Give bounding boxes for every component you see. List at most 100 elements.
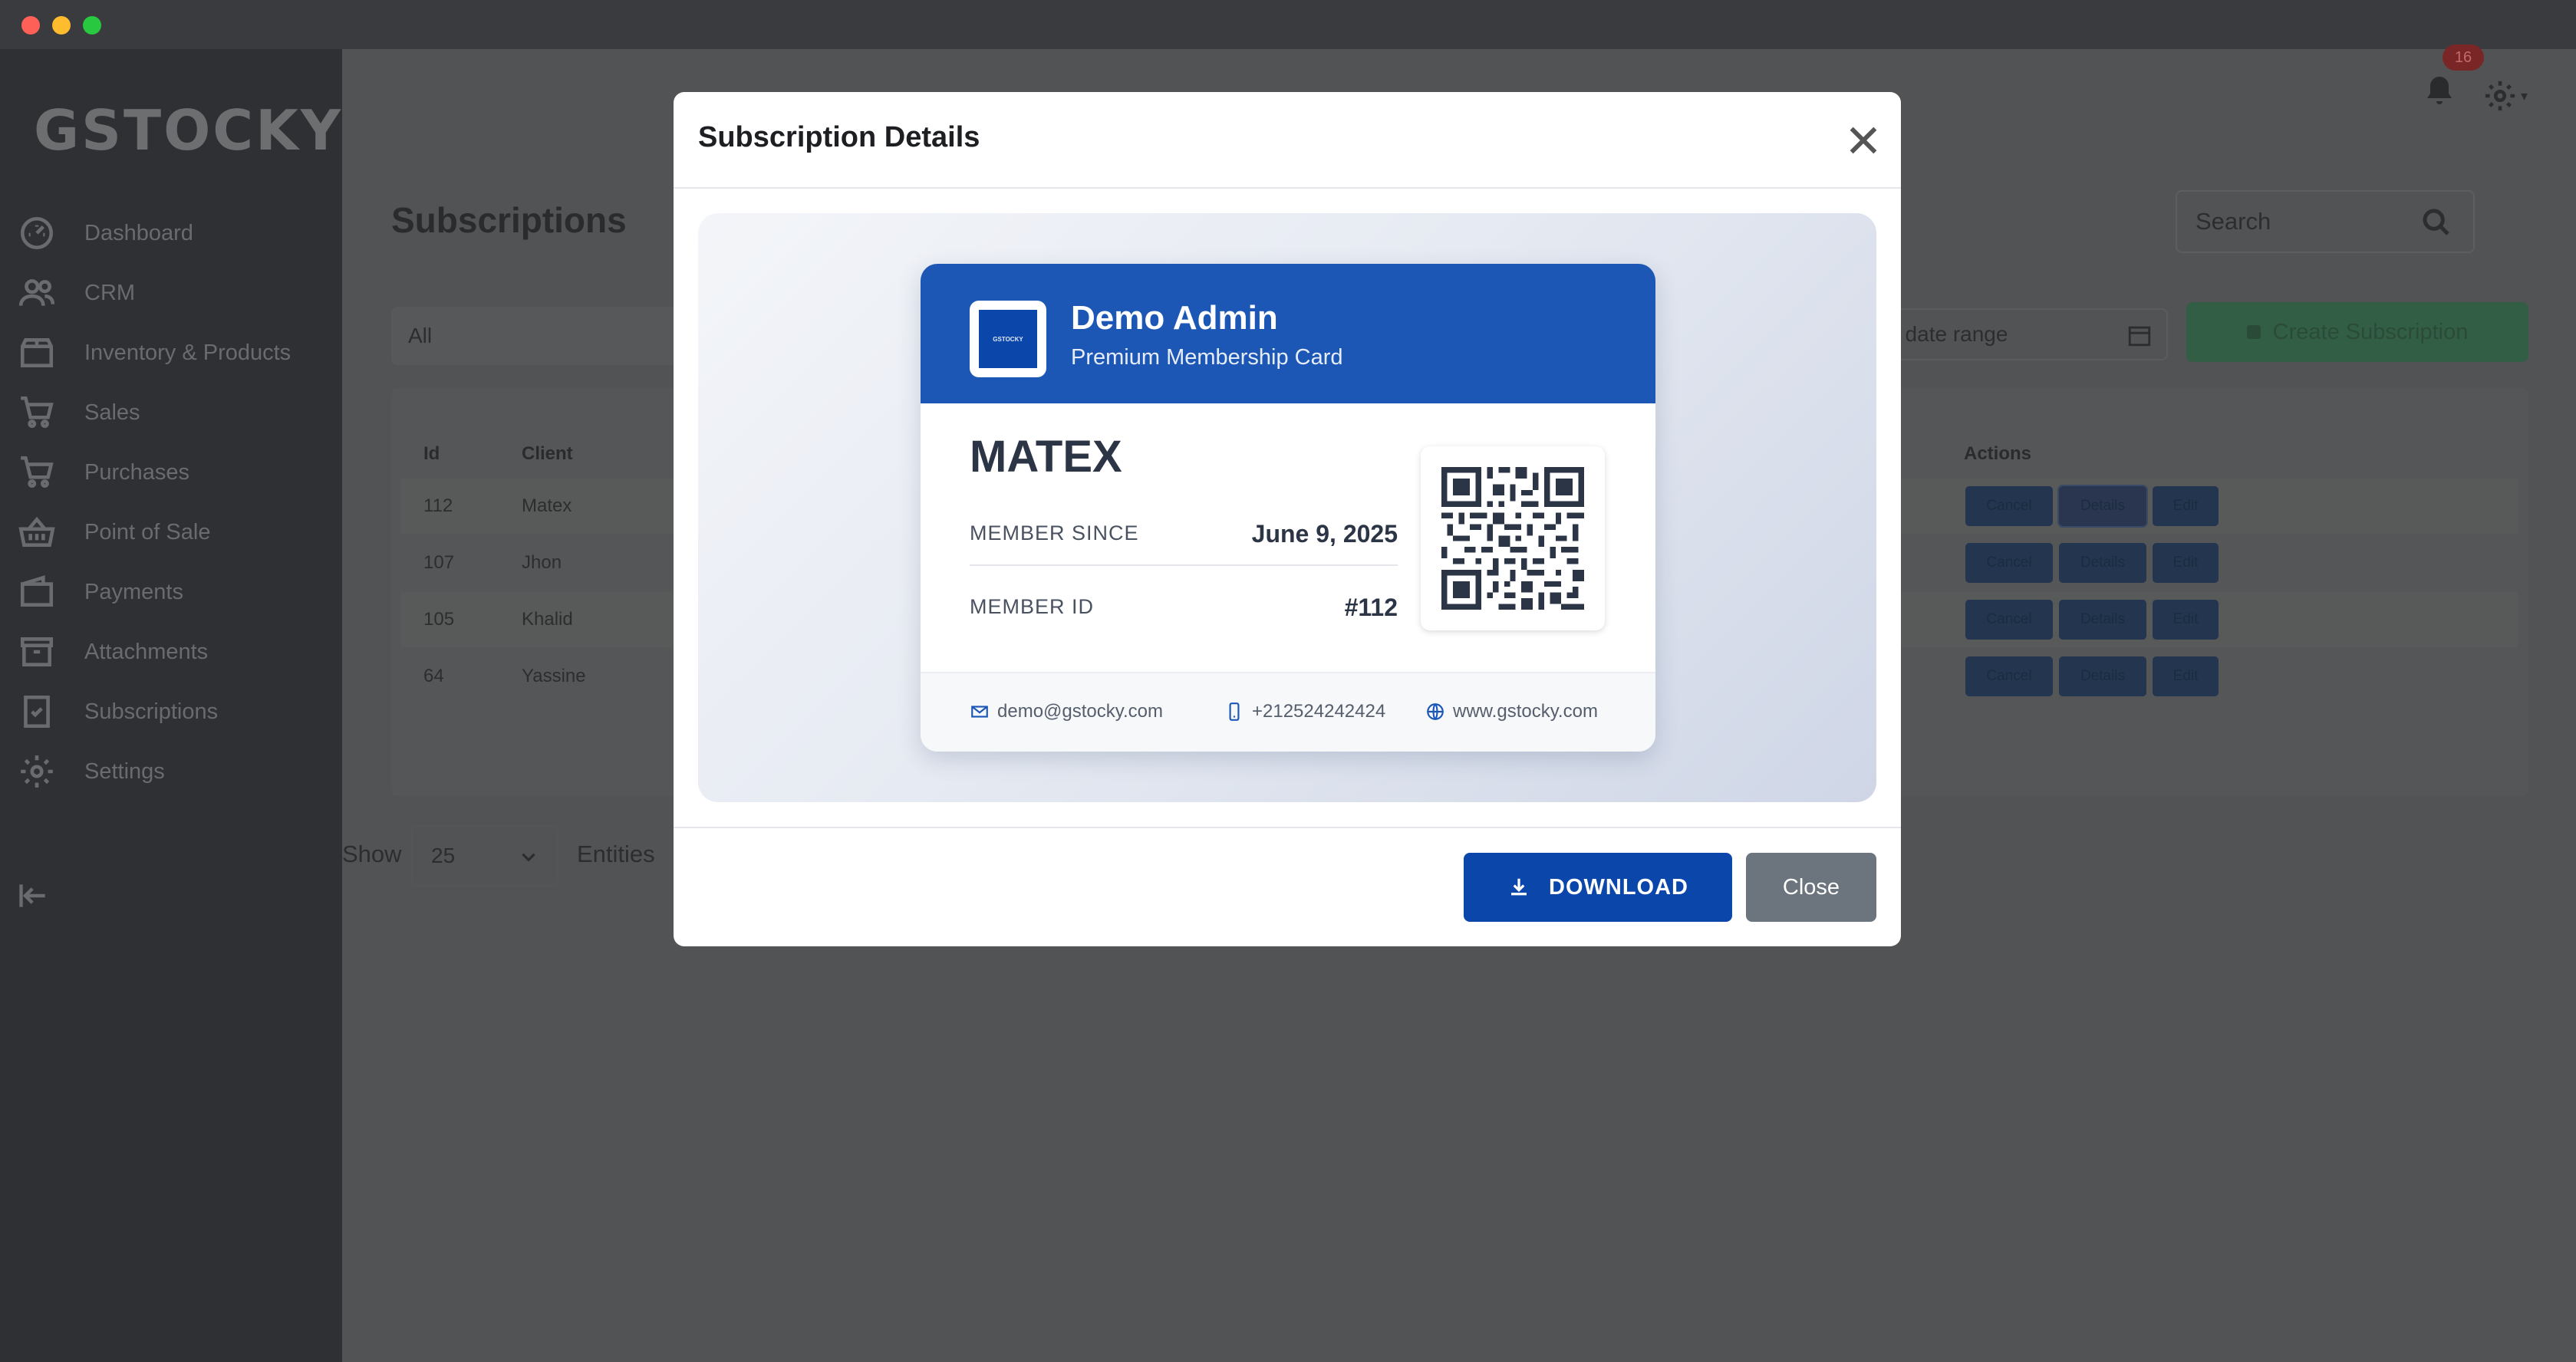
sidebar-item-inventory[interactable]: Inventory & Products bbox=[17, 330, 291, 376]
app-logo: GSTOCKY bbox=[34, 98, 344, 163]
card-email: demo@gstocky.com bbox=[970, 701, 1163, 722]
cell-client: Matex bbox=[522, 495, 572, 516]
cell-id: 107 bbox=[423, 552, 455, 573]
column-header-client: Client bbox=[522, 443, 573, 464]
notification-bell-icon[interactable] bbox=[2421, 72, 2467, 118]
checklist-icon bbox=[17, 692, 57, 732]
box-icon bbox=[17, 333, 57, 373]
cell-id: 64 bbox=[423, 666, 444, 686]
window-maximize-button[interactable] bbox=[83, 16, 101, 35]
phone-icon bbox=[1229, 702, 1240, 721]
page-title: Subscriptions bbox=[391, 200, 627, 240]
collapse-sidebar-icon[interactable] bbox=[17, 879, 51, 913]
sidebar-item-label: Point of Sale bbox=[84, 519, 211, 544]
details-button[interactable]: Details bbox=[2059, 656, 2146, 696]
cancel-button[interactable]: Cancel bbox=[1965, 486, 2053, 526]
window-close-button[interactable] bbox=[21, 16, 40, 35]
sidebar-item-purchases[interactable]: Purchases bbox=[17, 449, 189, 495]
card-website-text: www.gstocky.com bbox=[1453, 701, 1598, 722]
download-button[interactable]: DOWNLOAD bbox=[1464, 853, 1732, 922]
edit-button[interactable]: Edit bbox=[2153, 656, 2219, 696]
member-since-label: MEMBER SINCE bbox=[970, 521, 1139, 544]
sidebar-item-dashboard[interactable]: Dashboard bbox=[17, 210, 193, 256]
create-subscription-button[interactable]: Create Subscription bbox=[2186, 302, 2528, 362]
column-header-id: Id bbox=[423, 443, 440, 464]
sidebar-item-pos[interactable]: Point of Sale bbox=[17, 509, 210, 555]
sidebar-item-label: Inventory & Products bbox=[84, 340, 292, 365]
basket-icon bbox=[17, 512, 57, 552]
cart-icon bbox=[17, 393, 57, 433]
caret-down-icon: ▾ bbox=[2521, 87, 2528, 104]
entities-label: Entities bbox=[577, 841, 655, 867]
mail-icon bbox=[971, 706, 988, 718]
users-icon bbox=[17, 273, 57, 313]
cancel-button[interactable]: Cancel bbox=[1965, 543, 2053, 583]
card-logo-text: GSTOCKY bbox=[979, 310, 1037, 368]
membership-card: GSTOCKY Demo Admin Premium Membership Ca… bbox=[921, 264, 1655, 752]
date-range-placeholder: t date range bbox=[1893, 322, 2008, 346]
close-button[interactable]: Close bbox=[1746, 853, 1876, 922]
notification-badge: 16 bbox=[2443, 44, 2484, 71]
search-input[interactable] bbox=[2177, 192, 2423, 252]
details-button[interactable]: Details bbox=[2059, 600, 2146, 640]
window-minimize-button[interactable] bbox=[52, 16, 71, 35]
card-email-text: demo@gstocky.com bbox=[997, 701, 1163, 722]
edit-button[interactable]: Edit bbox=[2153, 600, 2219, 640]
status-filter[interactable]: All bbox=[391, 307, 698, 365]
modal-body: GSTOCKY Demo Admin Premium Membership Ca… bbox=[698, 213, 1876, 802]
edit-button[interactable]: Edit bbox=[2153, 543, 2219, 583]
sidebar-item-subscriptions[interactable]: Subscriptions bbox=[17, 689, 218, 735]
modal-title: Subscription Details bbox=[698, 121, 980, 153]
cancel-button[interactable]: Cancel bbox=[1965, 656, 2053, 696]
sidebar: GSTOCKY Dashboard CRM Inventory & Produc… bbox=[0, 49, 342, 1362]
member-id-label: MEMBER ID bbox=[970, 595, 1095, 618]
card-website: www.gstocky.com bbox=[1425, 701, 1598, 722]
calendar-icon bbox=[2126, 322, 2153, 348]
cancel-button[interactable]: Cancel bbox=[1965, 600, 2053, 640]
sidebar-item-label: Payments bbox=[84, 579, 183, 604]
download-icon bbox=[1511, 878, 1527, 896]
dashboard-icon bbox=[17, 213, 57, 253]
details-button[interactable]: Details bbox=[2059, 543, 2146, 583]
member-since-value: June 9, 2025 bbox=[1251, 520, 1398, 548]
subscription-details-modal: Subscription Details GSTOCKY Demo Admin … bbox=[674, 92, 1901, 946]
sidebar-item-payments[interactable]: Payments bbox=[17, 569, 183, 615]
card-logo: GSTOCKY bbox=[970, 301, 1046, 377]
sidebar-item-settings[interactable]: Settings bbox=[17, 748, 165, 794]
page-size-select[interactable]: 25 bbox=[411, 825, 558, 887]
date-range-input[interactable]: t date range bbox=[1876, 308, 2168, 360]
edit-button[interactable]: Edit bbox=[2153, 486, 2219, 526]
search-icon[interactable] bbox=[2421, 207, 2452, 238]
cell-client: Khalid bbox=[522, 609, 573, 630]
card-client-name: MATEX bbox=[970, 432, 1122, 482]
cell-id: 112 bbox=[423, 495, 453, 516]
card-footer: demo@gstocky.com +212524242424 www.gstoc… bbox=[921, 672, 1655, 752]
modal-header: Subscription Details bbox=[674, 92, 1901, 189]
divider bbox=[970, 564, 1398, 566]
sidebar-item-label: Settings bbox=[84, 758, 165, 784]
cell-id: 105 bbox=[423, 609, 455, 630]
download-label: DOWNLOAD bbox=[1549, 874, 1688, 900]
card-header: GSTOCKY Demo Admin Premium Membership Ca… bbox=[921, 264, 1655, 403]
sidebar-item-label: Purchases bbox=[84, 459, 190, 485]
sidebar-item-attachments[interactable]: Attachments bbox=[17, 629, 208, 675]
gear-icon bbox=[2485, 81, 2515, 111]
chevron-down-icon bbox=[519, 847, 539, 867]
close-icon[interactable] bbox=[1846, 123, 1881, 158]
sidebar-item-label: Dashboard bbox=[84, 220, 193, 245]
page-size-value: 25 bbox=[431, 844, 456, 867]
card-subtitle: Premium Membership Card bbox=[1071, 345, 1343, 370]
search-field[interactable] bbox=[2176, 190, 2475, 253]
modal-footer: DOWNLOAD Close bbox=[674, 827, 1901, 946]
cell-client: Yassine bbox=[522, 666, 586, 686]
sidebar-item-sales[interactable]: Sales bbox=[17, 390, 140, 436]
sidebar-item-crm[interactable]: CRM bbox=[17, 270, 135, 316]
sidebar-item-label: Sales bbox=[84, 400, 140, 425]
card-phone: +212524242424 bbox=[1224, 701, 1385, 722]
gear-icon bbox=[17, 752, 57, 791]
settings-menu[interactable]: ▾ bbox=[2482, 77, 2536, 115]
sidebar-item-label: CRM bbox=[84, 280, 136, 305]
create-subscription-label: Create Subscription bbox=[2272, 319, 2469, 344]
sidebar-item-label: Attachments bbox=[84, 639, 209, 664]
details-button[interactable]: Details bbox=[2057, 485, 2148, 528]
